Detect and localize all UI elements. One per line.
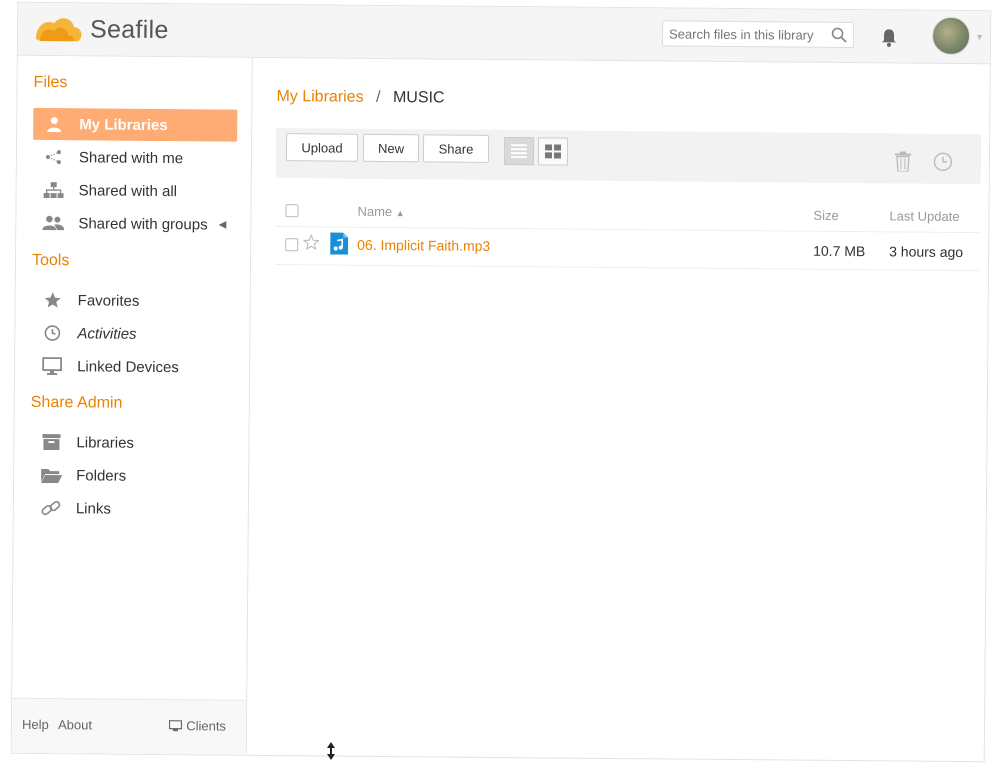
seafile-logo-icon	[35, 18, 82, 42]
file-name-link[interactable]: 06. Implicit Faith.mp3	[357, 237, 490, 254]
main-content: My Libraries / MUSIC Upload New Share Na…	[247, 58, 990, 761]
sidebar-item-share-admin-libraries[interactable]: Libraries	[30, 426, 234, 460]
caret-left-icon[interactable]: ◀	[219, 219, 227, 230]
sidebar-footer: Help About Clients	[11, 697, 247, 755]
user-icon	[43, 115, 65, 133]
breadcrumb-root-link[interactable]: My Libraries	[276, 88, 363, 106]
app-window: Seafile ▼ Files My Libraries Shared w	[10, 1, 992, 763]
archive-icon	[40, 433, 62, 451]
row-checkbox[interactable]	[285, 238, 299, 252]
sidebar-item-label: Libraries	[76, 433, 135, 452]
monitor-icon	[41, 357, 63, 376]
search-icon[interactable]	[831, 27, 847, 48]
sidebar-item-label: Folders	[76, 466, 127, 485]
sidebar-item-my-libraries[interactable]: My Libraries	[33, 107, 238, 142]
desktop-icon	[169, 719, 183, 732]
toolbar: Upload New Share	[275, 128, 982, 185]
app-name: Seafile	[89, 14, 169, 44]
select-all-checkbox[interactable]	[285, 204, 299, 218]
search-input[interactable]	[662, 21, 836, 47]
notification-bell-icon[interactable]	[880, 27, 898, 52]
chevron-down-icon[interactable]: ▼	[975, 32, 984, 42]
share-admin-heading: Share Admin	[30, 393, 123, 412]
user-avatar[interactable]	[931, 16, 971, 56]
music-file-icon	[330, 232, 349, 258]
share-button[interactable]: Share	[422, 134, 490, 163]
sidebar-item-shared-with-me[interactable]: Shared with me	[33, 141, 237, 175]
star-outline-icon[interactable]	[302, 233, 320, 253]
sort-asc-icon: ▲	[395, 208, 405, 219]
sidebar-item-shared-with-all[interactable]: Shared with all	[33, 174, 237, 208]
sidebar-item-activities[interactable]: Activities	[31, 317, 235, 351]
breadcrumb-separator: /	[375, 88, 381, 106]
sidebar-item-label: Shared with groups	[78, 214, 208, 233]
grid-view-icon[interactable]	[537, 137, 569, 166]
breadcrumb-current: MUSIC	[392, 89, 445, 107]
new-button[interactable]: New	[362, 133, 420, 163]
size-column-header[interactable]: Size	[813, 208, 838, 223]
sidebar-item-share-admin-folders[interactable]: Folders	[30, 459, 234, 493]
table-row[interactable]: 06. Implicit Faith.mp3 10.7 MB 3 hours a…	[275, 226, 981, 272]
breadcrumb: My Libraries / MUSIC	[276, 88, 444, 107]
sidebar-item-label: Links	[75, 499, 111, 518]
sidebar-item-linked-devices[interactable]: Linked Devices	[31, 350, 235, 384]
sidebar-item-label: Linked Devices	[77, 357, 179, 376]
clients-link[interactable]: Clients	[169, 718, 227, 734]
history-clock-icon[interactable]	[933, 152, 953, 177]
about-link[interactable]: About	[58, 717, 92, 732]
star-icon	[42, 291, 64, 309]
name-column-label: Name	[357, 203, 393, 220]
sidebar: Files My Libraries Shared with me Shared…	[11, 55, 253, 755]
tools-heading: Tools	[31, 251, 70, 270]
clients-label: Clients	[186, 718, 227, 734]
file-last-update: 3 hours ago	[889, 243, 964, 261]
file-size: 10.7 MB	[813, 242, 866, 260]
search-box[interactable]	[661, 20, 855, 49]
help-link[interactable]: Help	[22, 717, 49, 732]
files-heading: Files	[33, 73, 68, 92]
upload-button[interactable]: Upload	[285, 133, 359, 162]
share-icon	[43, 148, 65, 166]
history-icon	[41, 324, 63, 342]
sidebar-item-label: Shared with me	[78, 148, 184, 167]
name-column-header[interactable]: Name ▲	[357, 204, 404, 219]
seafile-logo[interactable]: Seafile	[34, 9, 169, 50]
sidebar-item-label: My Libraries	[79, 115, 168, 134]
sidebar-item-shared-with-groups[interactable]: Shared with groups ◀	[32, 207, 236, 241]
group-icon	[42, 214, 65, 232]
list-view-icon[interactable]	[503, 137, 535, 166]
last-update-column-header[interactable]: Last Update	[889, 208, 959, 224]
link-icon	[40, 499, 62, 517]
sidebar-item-label: Shared with all	[78, 181, 178, 200]
sidebar-item-favorites[interactable]: Favorites	[32, 284, 236, 318]
top-header: Seafile ▼	[17, 2, 991, 65]
mouse-cursor-icon	[326, 742, 336, 765]
sidebar-item-label: Activities	[77, 324, 137, 343]
sidebar-item-label: Favorites	[77, 291, 140, 310]
sidebar-item-share-admin-links[interactable]: Links	[30, 492, 234, 526]
folder-icon	[40, 466, 63, 484]
org-icon	[43, 181, 65, 199]
trash-icon[interactable]	[894, 151, 912, 176]
